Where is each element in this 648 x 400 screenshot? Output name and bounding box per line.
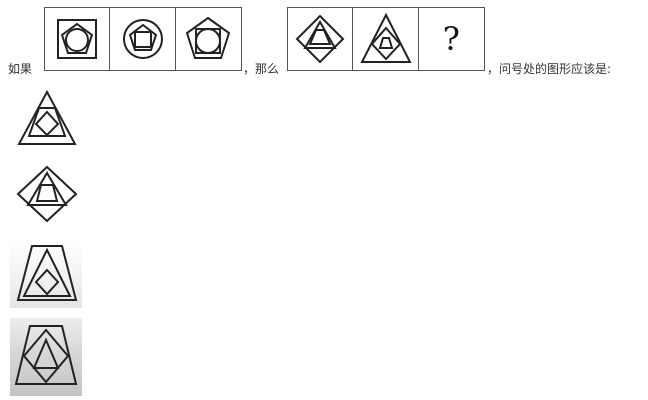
- analogy-cell-2: [353, 8, 419, 70]
- trapezoid-diamond-triangle-icon: [14, 325, 78, 385]
- analogy-strip: ?: [287, 7, 485, 71]
- premise-cell-3: [176, 8, 241, 70]
- trapezoid-triangle-diamond-icon: [16, 245, 78, 301]
- diamond-triangle-trapezoid-icon: [16, 165, 78, 223]
- option-3[interactable]: [10, 240, 82, 308]
- premise-cell-1: [45, 8, 111, 70]
- square-pentagon-circle-icon: [57, 19, 98, 59]
- option-4[interactable]: [10, 318, 82, 396]
- analogy-cell-1: [288, 8, 354, 70]
- circle-pentagon-square-icon: [122, 19, 163, 59]
- question-middle: ，那么: [243, 62, 280, 76]
- diamond-triangle-trapezoid-icon: [295, 14, 345, 64]
- analogy-cell-3: ?: [419, 8, 484, 70]
- question-suffix: ，问号处的图形应该是:: [487, 62, 612, 76]
- premise-strip: [44, 7, 242, 71]
- premise-cell-2: [110, 8, 176, 70]
- question-prefix: 如果: [8, 62, 33, 76]
- option-1[interactable]: [10, 88, 82, 158]
- triangle-trapezoid-diamond-icon: [17, 89, 77, 145]
- question-mark: ?: [442, 20, 460, 58]
- triangle-diamond-trapezoid-icon: [359, 12, 412, 63]
- pentagon-square-circle-icon: [186, 16, 231, 59]
- option-2[interactable]: [10, 163, 82, 233]
